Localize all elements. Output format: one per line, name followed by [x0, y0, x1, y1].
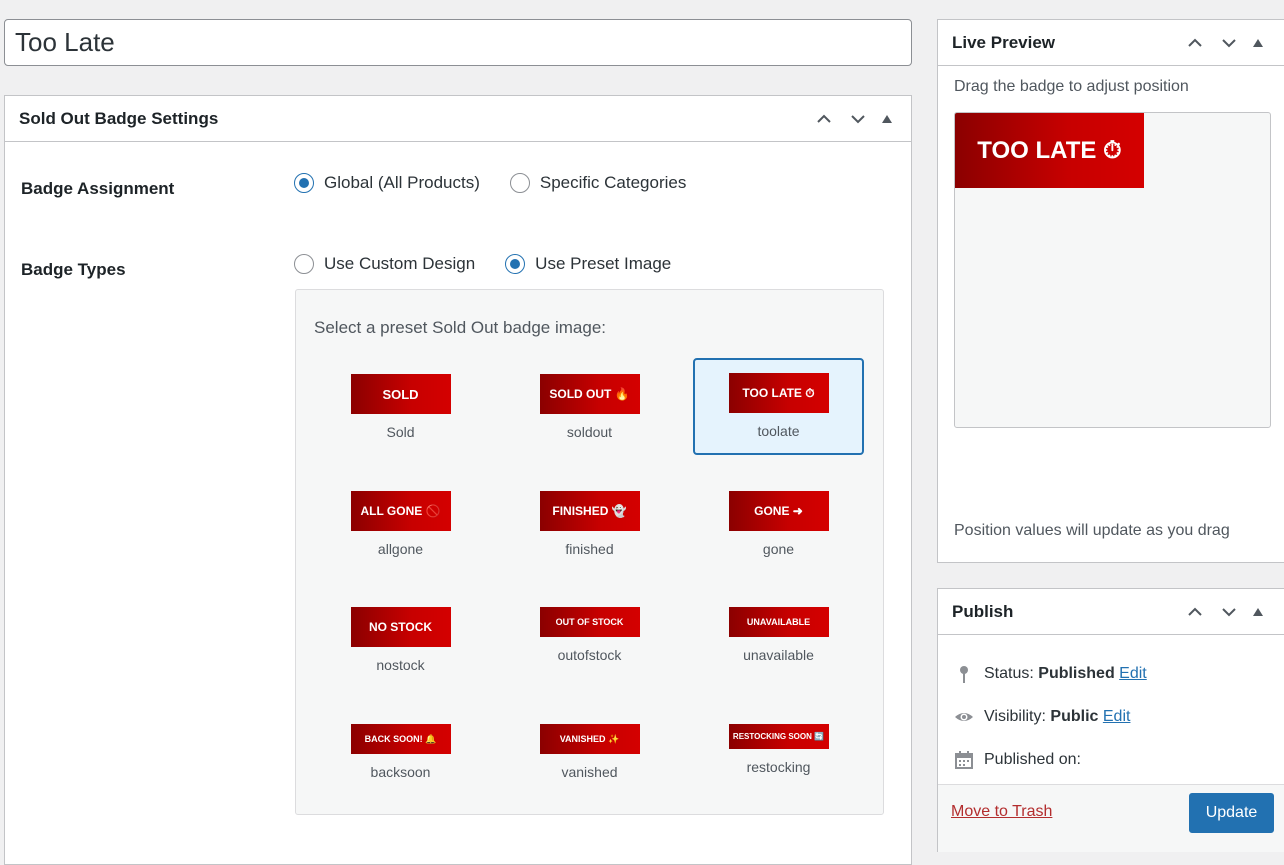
visibility-row: Visibility: Public Edit — [954, 707, 1130, 727]
status-value: Published — [1038, 665, 1115, 682]
move-down-icon[interactable] — [1214, 28, 1244, 58]
preset-toolate[interactable]: TOO LATE ⏱ toolate — [693, 358, 864, 455]
published-on-label: Published on: — [984, 751, 1081, 768]
radio-specific-label: Specific Categories — [539, 173, 687, 192]
move-up-icon[interactable] — [1180, 28, 1210, 58]
preview-footer-note: Position values will update as you drag — [954, 522, 1230, 539]
preview-canvas: TOO LATE ⏱ — [954, 112, 1271, 428]
radio-global[interactable]: Global (All Products) — [294, 173, 480, 193]
preset-label-soldout: soldout — [566, 424, 613, 440]
radio-preset-circle[interactable] — [505, 254, 526, 274]
move-up-icon[interactable] — [809, 104, 839, 134]
radio-global-circle[interactable] — [294, 173, 314, 193]
preset-label-outofstock: outofstock — [557, 647, 622, 663]
move-to-trash-link[interactable]: Move to Trash — [951, 803, 1052, 821]
publish-box: Publish Status: Published Edit Visibilit… — [937, 588, 1284, 852]
publish-header: Publish — [938, 589, 1284, 635]
preset-label-toolate: toolate — [757, 423, 800, 439]
preview-title: Live Preview — [952, 32, 1056, 52]
move-up-icon[interactable] — [1180, 597, 1210, 627]
update-button[interactable]: Update — [1189, 793, 1274, 833]
preset-label-restocking: restocking — [746, 759, 811, 775]
preset-gone[interactable]: GONE ➜ gone — [693, 476, 864, 573]
preset-allgone[interactable]: ALL GONE 🚫 allgone — [315, 476, 486, 573]
publish-handle-actions — [1180, 597, 1268, 627]
published-on-row: Published on: — [954, 750, 1081, 770]
radio-global-label: Global (All Products) — [324, 173, 480, 192]
calendar-icon — [955, 751, 973, 769]
status-label: Status: — [984, 665, 1034, 682]
preset-badge-unavailable: UNAVAILABLE — [728, 607, 829, 637]
live-preview-box: Live Preview Drag the badge to adjust po… — [937, 19, 1284, 563]
preset-prompt: Select a preset Sold Out badge image: — [314, 318, 607, 337]
preset-badge-soldout: SOLD OUT 🔥 — [539, 374, 640, 414]
preset-badge-toolate: TOO LATE ⏱ — [728, 373, 829, 413]
settings-title: Sold Out Badge Settings — [19, 108, 219, 128]
preset-panel: Select a preset Sold Out badge image: SO… — [295, 289, 884, 815]
preset-badge-sold: SOLD — [350, 374, 451, 414]
preset-nostock[interactable]: NO STOCK nostock — [315, 592, 486, 689]
preset-label-finished: finished — [565, 541, 614, 557]
draggable-preview-badge[interactable]: TOO LATE ⏱ — [955, 113, 1144, 188]
radio-custom-label: Use Custom Design — [324, 254, 476, 273]
radio-specific-circle[interactable] — [509, 173, 530, 193]
radio-preset-label: Use Preset Image — [535, 254, 672, 273]
settings-handle-actions — [809, 104, 897, 134]
preset-badge-vanished: VANISHED ✨ — [539, 724, 640, 754]
move-down-icon[interactable] — [1214, 597, 1244, 627]
collapse-toggle-icon[interactable] — [877, 104, 897, 134]
preset-soldout[interactable]: SOLD OUT 🔥 soldout — [504, 359, 675, 456]
collapse-toggle-icon[interactable] — [1248, 597, 1268, 627]
preset-label-gone: gone — [762, 541, 795, 557]
badge-types-radios: Use Custom Design Use Preset Image — [294, 254, 701, 274]
post-title-input[interactable]: Too Late — [4, 19, 912, 66]
publish-title: Publish — [952, 601, 1014, 621]
preset-label-vanished: vanished — [561, 764, 618, 780]
edit-visibility-link[interactable]: Edit — [1103, 708, 1131, 726]
badge-types-label: Badge Types — [21, 260, 126, 279]
preset-restocking[interactable]: RESTOCKING SOON 🔄 restocking — [693, 709, 864, 806]
preview-header: Live Preview — [938, 20, 1284, 66]
preset-badge-finished: FINISHED 👻 — [539, 491, 640, 531]
collapse-toggle-icon[interactable] — [1248, 28, 1268, 58]
move-down-icon[interactable] — [843, 104, 873, 134]
preset-badge-outofstock: OUT OF STOCK — [539, 607, 640, 637]
preset-vanished[interactable]: VANISHED ✨ vanished — [504, 709, 675, 806]
publish-actions: Move to Trash Update — [938, 784, 1284, 852]
preset-sold[interactable]: SOLD Sold — [315, 359, 486, 456]
preset-badge-backsoon: BACK SOON! 🔔 — [350, 724, 451, 754]
radio-custom-design[interactable]: Use Custom Design — [294, 254, 475, 274]
preset-label-nostock: nostock — [376, 657, 425, 673]
radio-custom-circle[interactable] — [294, 254, 314, 274]
preset-label-allgone: allgone — [377, 541, 424, 557]
eye-icon — [955, 713, 973, 721]
status-row: Status: Published Edit — [954, 664, 1147, 684]
preset-badge-restocking: RESTOCKING SOON 🔄 — [728, 724, 829, 749]
preset-label-unavailable: unavailable — [743, 647, 814, 663]
radio-specific-categories[interactable]: Specific Categories — [509, 173, 687, 193]
pin-icon — [960, 666, 968, 683]
radio-preset-image[interactable]: Use Preset Image — [505, 254, 671, 274]
badge-assignment-label: Badge Assignment — [21, 179, 175, 198]
preset-unavailable[interactable]: UNAVAILABLE unavailable — [693, 592, 864, 689]
preset-badge-allgone: ALL GONE 🚫 — [350, 491, 451, 531]
settings-header: Sold Out Badge Settings — [5, 96, 911, 142]
preview-hint: Drag the badge to adjust position — [954, 78, 1189, 95]
badge-settings-box: Sold Out Badge Settings Badge Assignment… — [4, 95, 912, 865]
preset-backsoon[interactable]: BACK SOON! 🔔 backsoon — [315, 709, 486, 806]
preset-badge-gone: GONE ➜ — [728, 491, 829, 531]
badge-assignment-radios: Global (All Products) Specific Categorie… — [294, 173, 716, 193]
preview-handle-actions — [1180, 28, 1268, 58]
visibility-label: Visibility: — [984, 708, 1046, 725]
edit-status-link[interactable]: Edit — [1119, 665, 1147, 683]
preset-label-sold: Sold — [386, 424, 415, 440]
visibility-value: Public — [1050, 708, 1099, 725]
preset-label-backsoon: backsoon — [370, 764, 431, 780]
preset-outofstock[interactable]: OUT OF STOCK outofstock — [504, 592, 675, 689]
preset-badge-nostock: NO STOCK — [350, 607, 451, 647]
preset-finished[interactable]: FINISHED 👻 finished — [504, 476, 675, 573]
